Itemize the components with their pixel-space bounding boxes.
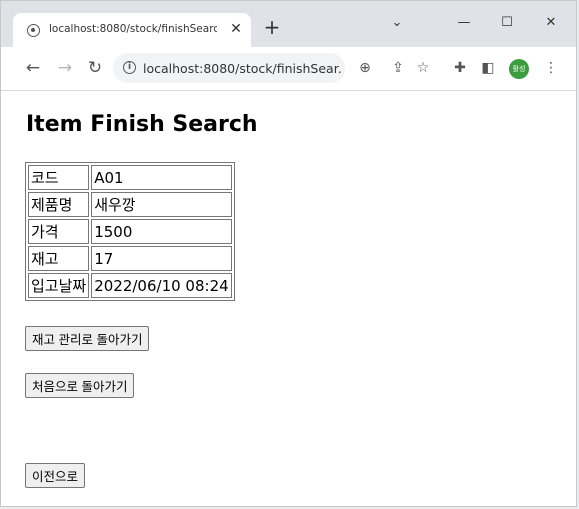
row-value: 17 [91, 246, 232, 271]
table-row: 재고 17 [28, 246, 232, 271]
table-row: 가격 1500 [28, 219, 232, 244]
close-tab-icon[interactable]: ✕ [227, 20, 245, 38]
browser-window: localhost:8080/stock/finishSearc ✕ + ⌄ —… [0, 0, 577, 507]
tab-strip: localhost:8080/stock/finishSearc ✕ + ⌄ —… [1, 1, 576, 47]
row-label: 가격 [28, 219, 90, 244]
maximize-icon[interactable]: ☐ [495, 15, 519, 30]
forward-icon[interactable]: → [55, 58, 75, 78]
browser-tab[interactable]: localhost:8080/stock/finishSearc ✕ [13, 13, 251, 47]
side-panel-icon[interactable]: ◧ [479, 59, 497, 77]
tab-title: localhost:8080/stock/finishSearc [49, 23, 217, 35]
address-bar[interactable]: i localhost:8080/stock/finishSear... [113, 53, 345, 83]
item-table: 코드 A01 제품명 새우깡 가격 1500 재고 17 입고날짜 2022/06/10 08:2… [25, 162, 235, 301]
new-tab-button[interactable]: + [262, 17, 282, 39]
back-to-stock-button[interactable]: 재고 관리로 돌아가기 [25, 326, 150, 351]
minimize-icon[interactable]: — [452, 15, 476, 30]
table-row: 입고날짜 2022/06/10 08:24 [28, 273, 232, 298]
share-icon[interactable]: ⇪ [389, 59, 407, 77]
globe-icon [27, 24, 40, 37]
row-label: 코드 [28, 165, 90, 190]
page-title: Item Finish Search [26, 112, 258, 137]
bookmark-star-icon[interactable]: ☆ [414, 59, 432, 77]
previous-button[interactable]: 이전으로 [25, 463, 86, 488]
profile-avatar[interactable]: 활성 [509, 59, 529, 79]
site-info-icon[interactable]: i [123, 61, 136, 74]
row-label: 제품명 [28, 192, 90, 217]
zoom-icon[interactable]: ⊕ [356, 59, 374, 77]
row-value: A01 [91, 165, 232, 190]
extensions-icon[interactable]: ✚ [451, 59, 469, 77]
table-row: 코드 A01 [28, 165, 232, 190]
url-text: localhost:8080/stock/finishSear... [143, 61, 343, 76]
page-content: Item Finish Search 코드 A01 제품명 새우깡 가격 1500 재고 17… [1, 91, 576, 506]
back-to-home-button[interactable]: 처음으로 돌아가기 [25, 373, 135, 398]
row-label: 입고날짜 [28, 273, 90, 298]
tab-search-icon[interactable]: ⌄ [385, 15, 409, 30]
reload-icon[interactable]: ↻ [85, 58, 105, 78]
row-value: 새우깡 [91, 192, 232, 217]
menu-icon[interactable]: ⋮ [542, 59, 560, 77]
row-label: 재고 [28, 246, 90, 271]
row-value: 2022/06/10 08:24 [91, 273, 232, 298]
close-window-icon[interactable]: ✕ [539, 15, 563, 30]
row-value: 1500 [91, 219, 232, 244]
browser-toolbar: ← → ↻ i localhost:8080/stock/finishSear.… [1, 47, 576, 91]
table-row: 제품명 새우깡 [28, 192, 232, 217]
back-icon[interactable]: ← [23, 58, 43, 78]
